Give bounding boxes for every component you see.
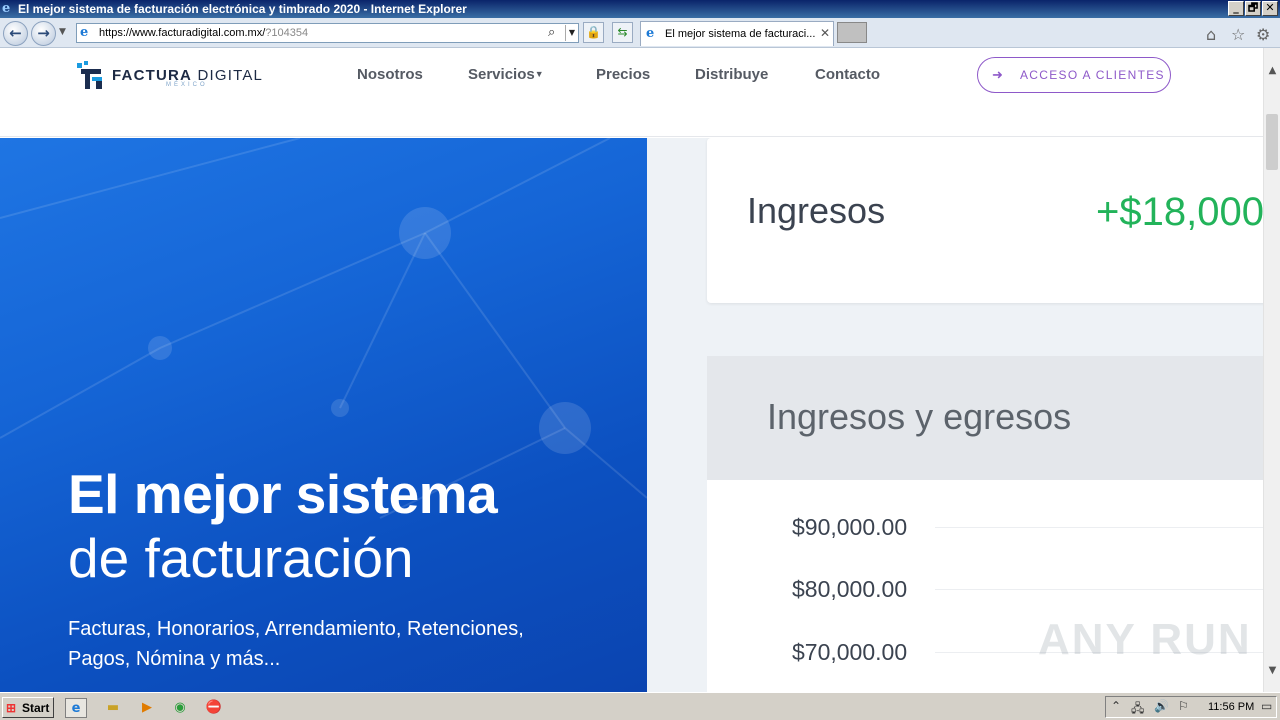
internet-explorer-icon: e	[2, 1, 11, 16]
income-label: Ingresos	[747, 190, 886, 231]
url-text[interactable]: https://www.facturadigital.com.mx/?10435…	[99, 27, 308, 39]
chart-header: Ingresos y egresos	[707, 356, 1263, 480]
client-access-label: ACCESO A CLIENTES	[1020, 68, 1165, 82]
windows-taskbar: ⊞ Start e ▬ ▶ ◉ ⛔ ⌃ 🖧 🔊 ⚐ 11:56 PM ▭	[0, 692, 1280, 720]
scroll-down-icon[interactable]: ▼	[1264, 662, 1280, 679]
system-tray: ⌃ 🖧 🔊 ⚐ 11:56 PM ▭	[1105, 696, 1277, 718]
close-button[interactable]: ✕	[1262, 1, 1278, 16]
hero-title-bold: El mejor sistema	[68, 463, 498, 525]
tab-title: El mejor sistema de facturaci...	[665, 28, 816, 40]
page-icon: e	[80, 25, 89, 40]
minimize-button[interactable]: _	[1228, 1, 1244, 16]
address-dropdown-icon[interactable]: ▼	[565, 25, 578, 41]
forward-icon[interactable]: →	[31, 21, 56, 46]
search-icon[interactable]: ⌕	[548, 25, 555, 40]
nav-precios[interactable]: Precios	[596, 66, 650, 83]
nav-servicios[interactable]: Servicios▼	[468, 66, 544, 83]
action-center-flag-icon[interactable]: ⚐	[1178, 699, 1189, 713]
caret-down-icon: ▼	[534, 69, 544, 79]
client-access-button[interactable]: ➜ ACCESO A CLIENTES	[977, 57, 1171, 93]
y-axis-tick: $80,000.00	[792, 576, 908, 602]
logo-icon[interactable]	[77, 61, 105, 89]
nav-contacto[interactable]: Contacto	[815, 66, 880, 83]
volume-icon[interactable]: 🔊	[1154, 699, 1169, 713]
gear-icon[interactable]: ⚙	[1256, 25, 1270, 44]
income-card: Ingresos +$18,000	[707, 138, 1263, 303]
back-icon[interactable]: ←	[3, 21, 28, 46]
start-button[interactable]: ⊞ Start	[2, 697, 54, 718]
gridline	[935, 527, 1263, 528]
show-desktop-icon[interactable]: ▭	[1261, 699, 1272, 713]
address-bar[interactable]: e https://www.facturadigital.com.mx/?104…	[76, 23, 579, 43]
start-label: Start	[22, 701, 50, 715]
dashboard-preview: Ingresos +$18,000 Ingresos y egresos $90…	[647, 138, 1263, 692]
new-tab-button[interactable]	[837, 22, 867, 43]
network-icon[interactable]: 🖧	[1131, 699, 1144, 720]
logo-subtitle: MÉXICO	[166, 82, 208, 88]
scroll-thumb[interactable]	[1266, 114, 1278, 170]
income-value: +$18,000	[1096, 190, 1263, 234]
clock[interactable]: 11:56 PM	[1208, 701, 1254, 713]
nav-distribuye[interactable]: Distribuye	[695, 66, 768, 83]
gridline	[935, 589, 1263, 590]
refresh-icon[interactable]: ⇆	[612, 22, 633, 43]
lock-icon[interactable]: 🔒	[583, 22, 604, 43]
page-scrollbar[interactable]: ▲ ▼	[1263, 48, 1280, 692]
sign-in-icon: ➜	[992, 67, 1005, 82]
y-axis-tick: $90,000.00	[792, 514, 908, 540]
media-player-icon[interactable]: ▶	[136, 698, 158, 718]
hero-title-regular: de facturación	[68, 527, 414, 589]
history-dropdown-icon[interactable]: ▼	[59, 27, 66, 37]
windows-logo-icon: ⊞	[6, 701, 17, 715]
hero-section: El mejor sistema de facturación Facturas…	[0, 138, 647, 692]
favorites-star-icon[interactable]: ☆	[1231, 25, 1245, 44]
browser-toolbar: ← → ▼ e https://www.facturadigital.com.m…	[0, 18, 1280, 48]
window-titlebar: e El mejor sistema de facturación electr…	[0, 0, 1280, 18]
hero-subtitle: Facturas, Honorarios, Arrendamiento, Ret…	[68, 618, 524, 670]
network-background-graphic	[0, 138, 647, 519]
nav-nosotros[interactable]: Nosotros	[357, 66, 423, 83]
chrome-icon[interactable]: ◉	[169, 698, 191, 718]
stop-icon[interactable]: ⛔	[203, 698, 225, 718]
folder-icon[interactable]: ▬	[102, 698, 124, 718]
home-icon[interactable]: ⌂	[1206, 25, 1216, 44]
site-header: FACTURA DIGITAL MÉXICO Nosotros Servicio…	[0, 48, 1263, 137]
scroll-up-icon[interactable]: ▲	[1264, 62, 1280, 79]
window-title: El mejor sistema de facturación electrón…	[18, 2, 467, 16]
chart-title: Ingresos y egresos	[767, 396, 1072, 437]
anyrun-watermark: ANY RUN	[1038, 615, 1252, 664]
browser-tab[interactable]: e El mejor sistema de facturaci... ✕	[640, 21, 834, 46]
y-axis-tick: $70,000.00	[792, 639, 908, 665]
tab-close-icon[interactable]: ✕	[820, 26, 830, 40]
tray-expand-icon[interactable]: ⌃	[1111, 699, 1121, 713]
page-viewport: FACTURA DIGITAL MÉXICO Nosotros Servicio…	[0, 48, 1280, 692]
tab-ie-icon: e	[646, 26, 655, 41]
taskbar-ie-icon[interactable]: e	[65, 698, 87, 718]
maximize-button[interactable]: 🗗	[1245, 1, 1261, 16]
